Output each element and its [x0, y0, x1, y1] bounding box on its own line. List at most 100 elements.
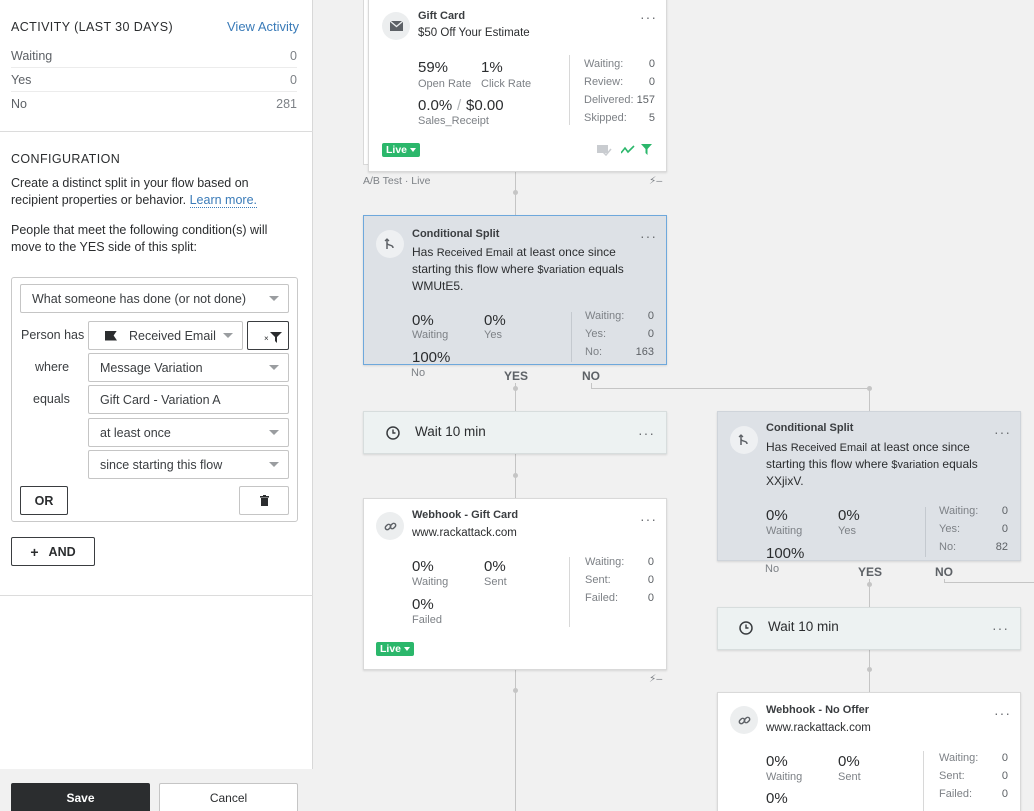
envelope-icon [382, 12, 410, 40]
split-settings-panel: ACTIVITY (LAST 30 DAYS) View Activity Wa… [0, 0, 313, 811]
stat-key: Waiting: [585, 556, 625, 568]
divider [0, 595, 313, 596]
configuration-description: Create a distinct split in your flow bas… [11, 175, 296, 209]
connector-dot [867, 667, 872, 672]
conversion-metric-label: Sales_Receipt [418, 115, 489, 127]
card-title: Conditional Split [766, 422, 854, 434]
filter-toggle-button[interactable]: × [247, 321, 289, 350]
failed-percent: 0% [766, 790, 788, 807]
condition-type-select[interactable]: What someone has done (or not done) [20, 284, 289, 313]
waiting-label: Waiting [412, 576, 449, 588]
card-menu-icon[interactable]: ··· [992, 621, 1009, 635]
save-button[interactable]: Save [11, 783, 150, 811]
conversion-separator: / [457, 97, 462, 114]
conditional-split-card-2[interactable]: Conditional Split Has Received Email at … [717, 411, 1021, 562]
email-card-gift-card[interactable]: Gift Card $50 Off Your Estimate ··· 59% … [368, 0, 667, 172]
remove-x-icon: × [264, 334, 269, 343]
property-value: Message Variation [100, 360, 203, 375]
learn-more-link[interactable]: Learn more. [189, 193, 257, 208]
wait-card-2[interactable]: Wait 10 min ··· [717, 607, 1021, 650]
condition-group: What someone has done (or not done) Pers… [11, 277, 298, 522]
timeframe-select[interactable]: since starting this flow [88, 450, 289, 479]
activity-row-no: No 281 [11, 92, 297, 116]
card-title: Webhook - Gift Card [412, 509, 519, 521]
text: equals [585, 262, 624, 276]
card-menu-icon[interactable]: ··· [638, 426, 655, 440]
trigger-split-icon[interactable]: ⚡– [649, 175, 662, 187]
connector-line [944, 582, 1034, 583]
connector-dot [513, 688, 518, 693]
or-button[interactable]: OR [20, 486, 68, 515]
trash-icon [259, 495, 269, 506]
yes-label: Yes [484, 329, 502, 341]
view-activity-link[interactable]: View Activity [227, 19, 299, 34]
chevron-down-icon [269, 430, 279, 435]
stat-key: Waiting: [584, 58, 624, 70]
conditional-split-card-1[interactable]: Conditional Split Has Received Email at … [363, 215, 667, 366]
card-menu-icon[interactable]: ··· [640, 10, 657, 24]
and-button[interactable]: + AND [11, 537, 95, 566]
plus-icon: + [30, 543, 39, 560]
yes-label: Yes [838, 525, 856, 537]
stat-value: 0 [648, 58, 655, 70]
stat-value: 0 [647, 328, 654, 340]
webhook-card-no-offer[interactable]: Webhook - No Offer www.rackattack.com ··… [717, 692, 1021, 811]
status-badge-live[interactable]: Live [382, 143, 421, 157]
webhook-card-gift-card[interactable]: Webhook - Gift Card www.rackattack.com ·… [363, 498, 667, 670]
yes-branch-label: YES [504, 369, 529, 383]
link-icon [730, 706, 758, 734]
variable-name: $variation [537, 264, 586, 276]
stat-key: Yes: [585, 328, 607, 340]
activity-value: 0 [290, 48, 297, 63]
chevron-down-icon [404, 647, 411, 651]
card-title: Conditional Split [412, 228, 500, 240]
stat-value: 0 [647, 556, 654, 568]
status-label: Live [386, 144, 408, 156]
sent-label: Sent [838, 771, 861, 783]
and-label: AND [48, 544, 76, 559]
waiting-percent: 0% [766, 507, 788, 524]
filter-icon [641, 144, 652, 155]
card-menu-icon[interactable]: ··· [640, 512, 657, 526]
status-badge-live[interactable]: Live [376, 642, 415, 656]
activity-label: Yes [11, 72, 32, 87]
metric-select[interactable]: Received Email [88, 321, 243, 350]
cancel-button[interactable]: Cancel [159, 783, 298, 811]
timeframe-value: since starting this flow [100, 457, 223, 472]
stats-divider [569, 55, 570, 125]
value-input[interactable]: Gift Card - Variation A [88, 385, 289, 414]
connector-dot [867, 582, 872, 587]
connector-dot [513, 386, 518, 391]
card-menu-icon[interactable]: ··· [640, 229, 657, 243]
text: equals [939, 457, 978, 471]
frequency-select[interactable]: at least once [88, 418, 289, 447]
waiting-label: Waiting [412, 329, 449, 341]
link-icon [376, 512, 404, 540]
frequency-value: at least once [100, 425, 171, 440]
no-percent: 100% [766, 545, 805, 562]
wait-label: Wait 10 min [768, 619, 839, 634]
property-select[interactable]: Message Variation [88, 353, 289, 382]
no-label: No [765, 563, 780, 575]
condition-type-value: What someone has done (or not done) [32, 291, 247, 306]
status-label: Live [380, 643, 402, 655]
stat-value: 0 [1001, 752, 1008, 764]
where-label: where [35, 360, 70, 374]
smart-sending-icon [597, 145, 612, 156]
card-menu-icon[interactable]: ··· [994, 425, 1011, 439]
wait-card-1[interactable]: Wait 10 min ··· [363, 411, 667, 454]
webhook-url: www.rackattack.com [766, 722, 871, 734]
panel-footer: Save Cancel [0, 769, 313, 811]
trigger-split-icon[interactable]: ⚡– [649, 673, 662, 685]
stat-value: 163 [635, 346, 654, 358]
activity-row-waiting: Waiting 0 [11, 44, 297, 68]
delete-condition-button[interactable] [239, 486, 289, 515]
ab-test-label: A/B Test · Live [363, 175, 431, 187]
filter-icon [270, 332, 282, 343]
connector-dot [513, 190, 518, 195]
card-menu-icon[interactable]: ··· [994, 706, 1011, 720]
stat-value: 5 [648, 112, 655, 124]
metric-name: Received Email [436, 247, 514, 259]
stat-value: 0 [647, 574, 654, 586]
activity-label: No [11, 97, 27, 111]
